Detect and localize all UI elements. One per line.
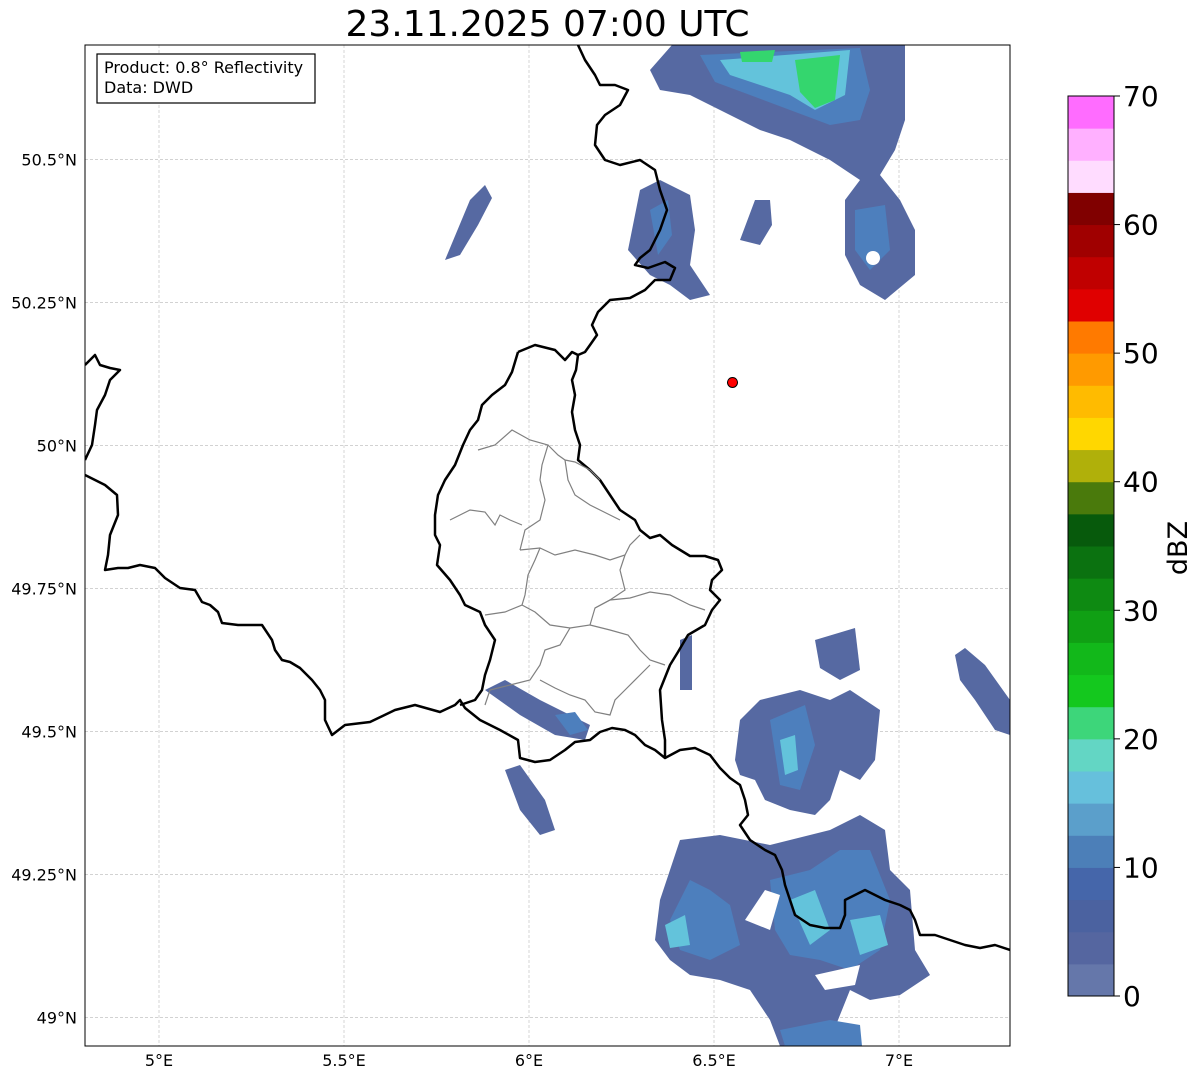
- y-tick-label: 49.5°N: [21, 722, 77, 741]
- colorbar-segment: [1068, 192, 1114, 226]
- x-axis-ticks: 5°E 5.5°E 6°E 6.5°E 7°E: [145, 1051, 913, 1070]
- colorbar-segment: [1068, 224, 1114, 258]
- y-tick-label: 50.5°N: [21, 150, 77, 169]
- y-tick-label: 49.25°N: [11, 865, 77, 884]
- colorbar-segment: [1068, 674, 1114, 708]
- y-tick-label: 50.25°N: [11, 293, 77, 312]
- y-tick-label: 49°N: [37, 1008, 77, 1027]
- colorbar-segment: [1068, 353, 1114, 386]
- colorbar: [1067, 95, 1115, 997]
- info-data-source: Data: DWD: [104, 78, 193, 97]
- colorbar-tick-label: 40: [1123, 466, 1159, 499]
- colorbar-segment: [1068, 417, 1114, 451]
- colorbar-segment: [1068, 771, 1114, 804]
- colorbar-segment: [1068, 867, 1114, 901]
- radar-site-marker: [727, 376, 738, 388]
- colorbar-segment: [1068, 899, 1114, 933]
- colorbar-tick-label: 20: [1123, 723, 1159, 756]
- colorbar-segment: [1068, 610, 1114, 643]
- colorbar-segment: [1068, 578, 1114, 611]
- colorbar-segment: [1068, 706, 1114, 740]
- colorbar-segment: [1068, 931, 1114, 965]
- colorbar-tick-label: 0: [1123, 980, 1141, 1013]
- colorbar-segment: [1068, 546, 1114, 579]
- colorbar-segment: [1068, 321, 1114, 354]
- y-tick-label: 50°N: [37, 436, 77, 455]
- colorbar-label: dBZ: [1163, 521, 1194, 575]
- colorbar-segment: [1068, 96, 1114, 129]
- colorbar-segment: [1068, 385, 1114, 418]
- colorbar-segment: [1068, 449, 1114, 483]
- y-axis-ticks: 50.5°N 50.25°N 50°N 49.75°N 49.5°N 49.25°N 49°…: [11, 150, 77, 1027]
- colorbar-segment: [1068, 256, 1114, 290]
- colorbar-ticks: 0 10 20 30 40 50 60 70: [1114, 80, 1159, 1013]
- radar-figure: 5°E 5.5°E 6°E 6.5°E 7°E 50.5°N 50.25°N 50°N 49.…: [11, 44, 1194, 1070]
- y-tick-label: 49.75°N: [11, 579, 77, 598]
- colorbar-segment: [1068, 738, 1114, 772]
- colorbar-segment: [1068, 963, 1114, 997]
- x-tick-label: 6°E: [515, 1051, 543, 1070]
- info-product: Product: 0.8° Reflectivity: [104, 58, 303, 77]
- colorbar-tick-label: 50: [1123, 337, 1159, 370]
- info-box: Product: 0.8° Reflectivity Data: DWD: [96, 53, 316, 104]
- x-tick-label: 7°E: [885, 1051, 913, 1070]
- colorbar-segment: [1068, 481, 1114, 515]
- colorbar-tick-label: 10: [1123, 851, 1159, 884]
- x-tick-label: 6.5°E: [692, 1051, 736, 1070]
- x-tick-label: 5.5°E: [322, 1051, 366, 1070]
- colorbar-tick-label: 70: [1123, 80, 1159, 113]
- colorbar-tick-label: 60: [1123, 209, 1159, 242]
- colorbar-tick-label: 30: [1123, 594, 1159, 627]
- colorbar-segment: [1068, 128, 1114, 161]
- colorbar-segment: [1068, 803, 1114, 836]
- colorbar-segment: [1068, 160, 1114, 193]
- colorbar-segment: [1068, 288, 1114, 322]
- x-tick-label: 5°E: [145, 1051, 173, 1070]
- colorbar-segment: [1068, 513, 1114, 547]
- colorbar-segment: [1068, 642, 1114, 676]
- colorbar-segment: [1068, 835, 1114, 868]
